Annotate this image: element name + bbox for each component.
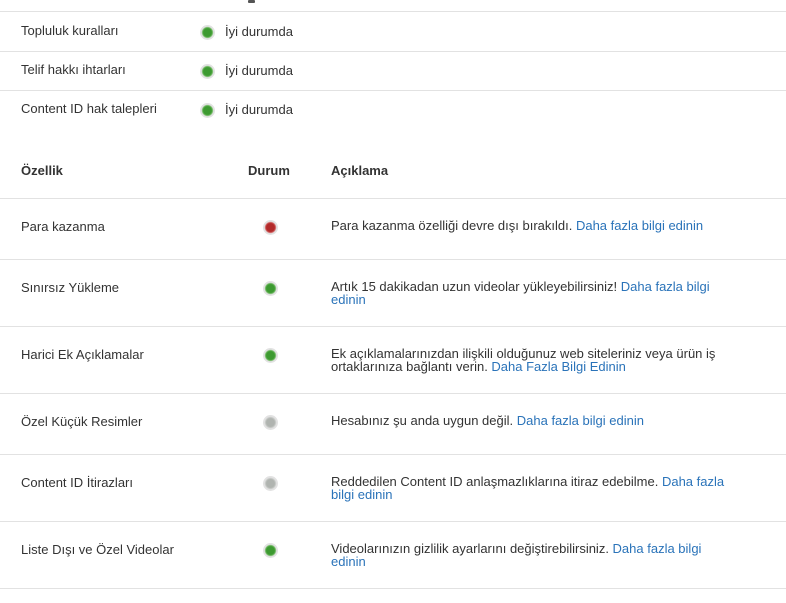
learn-more-link[interactable]: Daha fazla bilgi edinin [576,218,703,233]
table-row-unlimited-uploads: Sınırsız Yükleme Artık 15 dakikadan uzun… [0,260,786,327]
feature-description: Ek açıklamalarınızdan ilişkili olduğunuz… [331,346,716,374]
green-status-dot-icon [200,103,215,118]
table-row-content-id-appeals: Content ID İtirazları Reddedilen Content… [0,455,786,522]
table-row-external-annotations: Harici Ek Açıklamalar Ek açıklamalarınız… [0,327,786,394]
feature-description: Reddedilen Content ID anlaşmazlıklarına … [331,474,725,502]
grey-status-dot-icon [263,476,278,491]
features-table-header: Özellik Durum Açıklama [0,157,786,199]
column-header-description: Açıklama [331,163,389,178]
learn-more-link[interactable]: Daha Fazla Bilgi Edinin [491,359,625,374]
red-status-dot-icon [263,220,278,235]
column-header-feature: Özellik [21,163,63,178]
status-state: İyi durumda [225,24,293,39]
green-status-dot-icon [263,543,278,558]
feature-name: Özel Küçük Resimler [21,414,143,429]
feature-name: Liste Dışı ve Özel Videolar [21,542,174,557]
feature-name: Sınırsız Yükleme [21,280,120,295]
green-status-dot-icon [200,25,215,40]
status-label: Telif hakkı ihtarları [21,62,126,77]
status-label: Content ID hak talepleri [21,101,157,116]
green-status-dot-icon [263,281,278,296]
status-state: İyi durumda [225,102,293,117]
status-label: Topluluk kuralları [21,23,119,38]
feature-name: Para kazanma [21,219,105,234]
status-row-community-guidelines: Topluluk kuralları İyi durumda [0,13,786,52]
column-header-status: Durum [248,163,290,178]
feature-description: Videolarınızın gizlilik ayarlarını değiş… [331,541,702,569]
feature-description: Artık 15 dakikadan uzun videolar yükleye… [331,279,710,307]
status-state: İyi durumda [225,63,293,78]
feature-description: Para kazanma özelliği devre dışı bırakıl… [331,218,704,233]
feature-name: Harici Ek Açıklamalar [21,347,144,362]
status-row-copyright-strikes: Telif hakkı ihtarları İyi durumda [0,52,786,91]
table-row-monetization: Para kazanma Para kazanma özelliği devre… [0,199,786,260]
cut-off-header-fragment [248,0,255,3]
feature-name: Content ID İtirazları [21,475,133,490]
green-status-dot-icon [200,64,215,79]
feature-description: Hesabınız şu anda uygun değil. Daha fazl… [331,413,644,428]
learn-more-link[interactable]: Daha fazla bilgi edinin [517,413,644,428]
table-row-custom-thumbnails: Özel Küçük Resimler Hesabınız şu anda uy… [0,394,786,455]
table-row-unlisted-private-videos: Liste Dışı ve Özel Videolar Videolarınız… [0,522,786,589]
top-divider [0,0,786,12]
grey-status-dot-icon [263,415,278,430]
green-status-dot-icon [263,348,278,363]
status-row-content-id-claims: Content ID hak talepleri İyi durumda [0,91,786,130]
